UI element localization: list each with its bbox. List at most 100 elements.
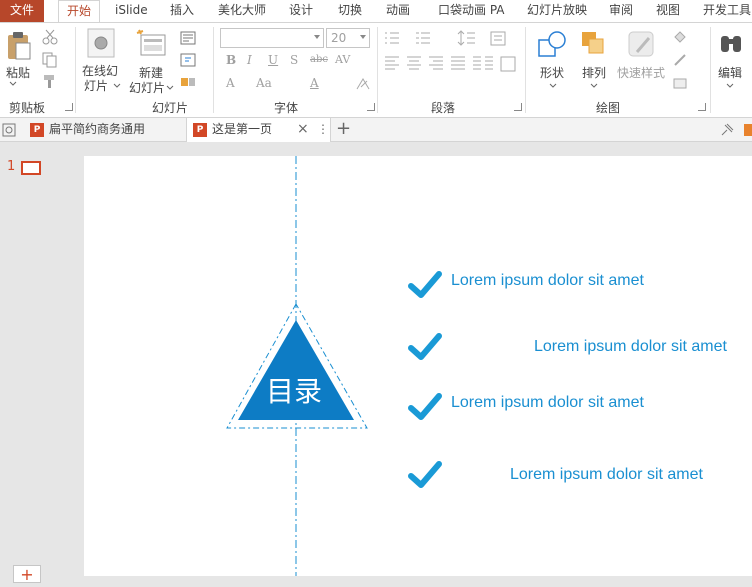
change-case-button[interactable]: Aa xyxy=(256,76,272,90)
tab-transitions[interactable]: 切换 xyxy=(338,0,362,22)
chevron-down-icon[interactable] xyxy=(726,83,734,89)
quick-styles-icon[interactable] xyxy=(627,30,657,60)
list-item-1: Lorem ipsum dolor sit amet xyxy=(451,272,644,289)
group-paragraph-label: 段落 xyxy=(431,101,456,115)
tab-list-icon[interactable] xyxy=(2,123,16,137)
arrange-icon[interactable] xyxy=(580,30,608,60)
ribbon: 粘贴 剪贴板 在线幻 灯片 新建 幻灯片 幻灯片 20 B I U S abc … xyxy=(0,22,752,118)
font-size-combo[interactable]: 20 xyxy=(326,28,370,48)
close-icon[interactable]: × xyxy=(297,118,309,140)
slide-thumbnail[interactable] xyxy=(21,161,41,175)
chevron-down-icon[interactable] xyxy=(9,81,17,87)
shadow-button[interactable]: S xyxy=(290,53,298,67)
slide-graphics xyxy=(226,156,442,576)
tab-slideshow[interactable]: 幻灯片放映 xyxy=(527,0,587,22)
new-slide-label-2[interactable]: 幻灯片 xyxy=(129,79,165,96)
separator xyxy=(377,27,378,113)
format-painter-icon[interactable] xyxy=(42,74,58,90)
underline-button[interactable]: U xyxy=(268,53,278,67)
editing-button[interactable]: 编辑 xyxy=(718,64,742,81)
online-slides-icon[interactable] xyxy=(87,28,115,58)
separator xyxy=(213,27,214,113)
thumbnail-pane: 1 + xyxy=(0,142,65,587)
font-color-button[interactable]: A xyxy=(310,76,319,90)
slide-title: 目录 xyxy=(266,375,323,408)
chevron-down-icon[interactable] xyxy=(549,83,557,89)
tab-review[interactable]: 审阅 xyxy=(609,0,633,22)
tab-view[interactable]: 视图 xyxy=(656,0,680,22)
check-icon xyxy=(408,393,442,420)
group-font-label: 字体 xyxy=(274,101,299,115)
doc-tab-1-label: 扁平简约商务通用 xyxy=(49,122,146,136)
group-drawing-label: 绘图 xyxy=(596,101,621,115)
tab-pocket-animation[interactable]: 口袋动画 PA xyxy=(438,0,505,22)
slide-canvas: 目录 Lorem ipsum dolor sit amet Lorem ipsu… xyxy=(64,142,752,587)
chevron-down-icon[interactable] xyxy=(113,83,121,89)
font-launcher[interactable] xyxy=(367,103,375,111)
check-icon xyxy=(408,271,442,298)
tab-insert[interactable]: 插入 xyxy=(170,0,194,22)
paragraph-launcher[interactable] xyxy=(514,103,522,111)
group-clipboard-label: 剪贴板 xyxy=(9,101,46,115)
tab-design[interactable]: 设计 xyxy=(289,0,313,22)
tab-file[interactable]: 文件 xyxy=(0,0,44,22)
document-tab-bar: P 扁平简约商务通用 P 这是第一页 × ⋮ + xyxy=(0,118,752,142)
add-slide-button[interactable]: + xyxy=(13,565,41,583)
menu-bar: 文件 开始 iSlide 插入 美化大师 设计 切换 动画 口袋动画 PA 幻灯… xyxy=(0,0,752,23)
char-spacing-button[interactable]: AV xyxy=(335,53,350,66)
shape-effects-icon[interactable] xyxy=(672,75,688,91)
separator xyxy=(710,27,711,113)
separator xyxy=(525,27,526,113)
section-icon[interactable] xyxy=(180,75,196,89)
separator xyxy=(75,27,76,113)
new-slide-icon[interactable] xyxy=(136,29,166,57)
slide-number: 1 xyxy=(7,159,16,174)
clear-format-icon[interactable] xyxy=(355,77,371,91)
tab-islide[interactable]: iSlide xyxy=(115,0,148,22)
settings-icon[interactable] xyxy=(744,124,752,136)
cut-icon[interactable] xyxy=(42,29,58,45)
tab-developer[interactable]: 开发工具 xyxy=(703,0,751,22)
paste-icon[interactable] xyxy=(6,31,32,61)
tab-meihua[interactable]: 美化大师 xyxy=(218,0,266,22)
layout-icon[interactable] xyxy=(180,31,196,45)
pin-icon[interactable] xyxy=(719,122,735,138)
strikethrough-button[interactable]: abc xyxy=(310,54,328,65)
tab-animations[interactable]: 动画 xyxy=(386,0,410,22)
slide[interactable]: 目录 Lorem ipsum dolor sit amet Lorem ipsu… xyxy=(84,156,752,576)
more-icon[interactable]: ⋮ xyxy=(317,118,329,140)
drawing-launcher[interactable] xyxy=(698,103,706,111)
bold-button[interactable]: B xyxy=(226,53,236,67)
binoculars-icon[interactable] xyxy=(718,30,746,58)
shape-outline-icon[interactable] xyxy=(672,52,688,68)
copy-icon[interactable] xyxy=(42,52,58,68)
check-icon xyxy=(408,461,442,488)
paragraph-tools-icon[interactable] xyxy=(383,30,523,96)
font-size-value: 20 xyxy=(331,31,347,45)
shapes-icon[interactable] xyxy=(537,30,567,60)
new-tab-button[interactable]: + xyxy=(336,118,351,140)
powerpoint-icon: P xyxy=(193,122,207,137)
shape-fill-icon[interactable] xyxy=(672,29,688,45)
quick-styles-button[interactable]: 快速样式 xyxy=(617,64,665,81)
doc-tab-2[interactable]: P 这是第一页 × ⋮ xyxy=(186,118,331,142)
doc-tab-2-label: 这是第一页 xyxy=(212,122,273,136)
arrange-button[interactable]: 排列 xyxy=(582,64,606,81)
paste-button[interactable]: 粘贴 xyxy=(6,64,30,81)
list-item-4: Lorem ipsum dolor sit amet xyxy=(510,466,703,483)
shapes-button[interactable]: 形状 xyxy=(540,64,564,81)
list-item-2: Lorem ipsum dolor sit amet xyxy=(534,338,727,355)
check-icon xyxy=(408,333,442,360)
grow-font-button[interactable]: A xyxy=(226,76,235,90)
doc-tab-1[interactable]: P 扁平简约商务通用 xyxy=(24,118,151,142)
list-item-3: Lorem ipsum dolor sit amet xyxy=(451,394,644,411)
powerpoint-icon: P xyxy=(30,122,44,137)
tab-home[interactable]: 开始 xyxy=(58,0,101,23)
reset-icon[interactable] xyxy=(180,53,196,67)
chevron-down-icon[interactable] xyxy=(166,85,174,91)
font-name-combo[interactable] xyxy=(220,28,324,48)
italic-button[interactable]: I xyxy=(247,53,252,67)
online-slides-label-2[interactable]: 灯片 xyxy=(84,77,108,94)
clipboard-launcher[interactable] xyxy=(65,103,73,111)
chevron-down-icon[interactable] xyxy=(590,83,598,89)
